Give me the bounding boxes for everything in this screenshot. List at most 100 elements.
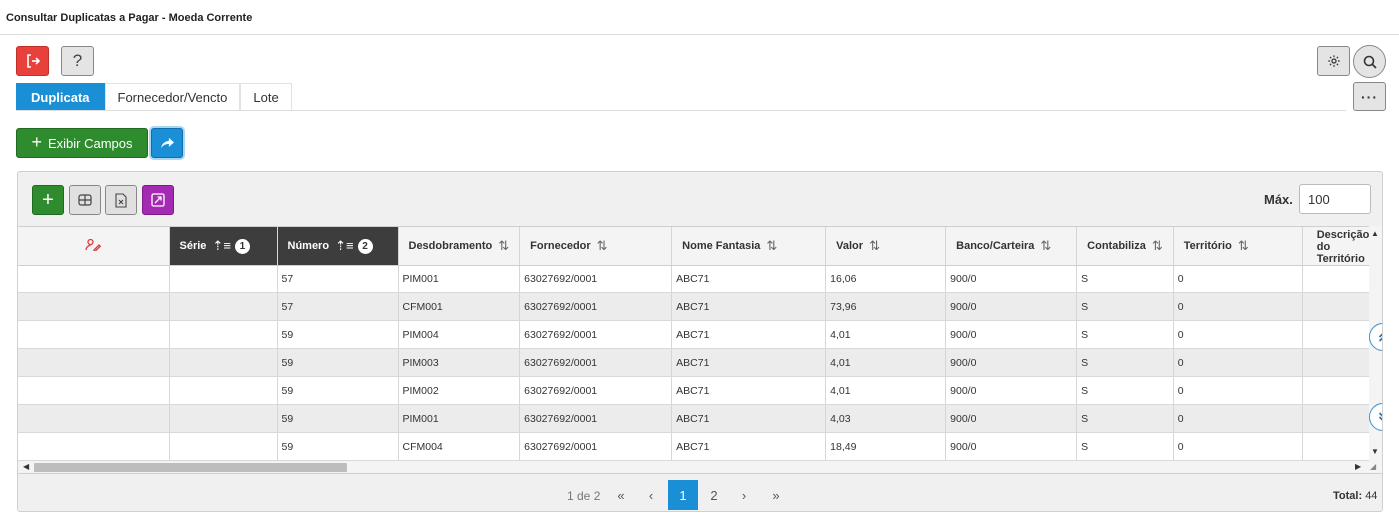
cell-fornecedor: 63027692/0001 — [519, 432, 673, 461]
table-row[interactable]: 59 PIM001 63027692/0001 ABC71 4,03 900/0… — [18, 404, 1376, 433]
cell-desdobramento: PIM004 — [398, 320, 521, 349]
descricao-header-label: Descrição do Território — [1316, 229, 1370, 265]
cell-nome-fantasia: ABC71 — [671, 432, 827, 461]
exibir-campos-button[interactable]: + Exibir Campos — [16, 128, 148, 158]
table-row[interactable]: 57 PIM001 63027692/0001 ABC71 16,06 900/… — [18, 265, 1376, 293]
row-select-cell[interactable] — [18, 376, 170, 405]
cell-descricao — [1302, 376, 1376, 405]
column-header-contabiliza[interactable]: Contabiliza ⇅ — [1076, 227, 1174, 266]
export-excel-button[interactable] — [105, 185, 137, 215]
horizontal-scrollbar[interactable]: ◀ ▶ ◢ — [18, 461, 1382, 474]
sort-icon[interactable]: ⇅ — [1040, 238, 1051, 254]
row-select-cell[interactable] — [18, 432, 170, 461]
pagination: 1 de 2 « ‹ 1 2 › » Total: 44 — [18, 475, 1382, 511]
user-edit-icon — [85, 238, 102, 252]
scroll-left-arrow-icon[interactable]: ◀ — [23, 462, 29, 471]
column-header-fornecedor[interactable]: Fornecedor ⇅ — [519, 227, 673, 266]
table-row[interactable]: 59 CFM004 63027692/0001 ABC71 18,49 900/… — [18, 432, 1376, 461]
total-label: Total: — [1333, 490, 1363, 502]
cell-territorio: 0 — [1173, 292, 1303, 321]
column-header-valor[interactable]: Valor ⇅ — [825, 227, 947, 266]
column-header-descricao-territorio[interactable]: Descrição do Território — [1302, 227, 1376, 266]
sort-icon[interactable]: ⇅ — [498, 238, 509, 254]
sort-icon[interactable]: ⇅ — [1152, 238, 1163, 254]
cell-contabiliza: S — [1076, 320, 1174, 349]
scroll-right-arrow-icon[interactable]: ▶ — [1355, 462, 1361, 471]
tab-duplicata[interactable]: Duplicata — [16, 83, 105, 111]
resize-grip-icon[interactable]: ◢ — [1370, 462, 1376, 471]
first-page-button[interactable]: « — [606, 480, 636, 510]
sort-asc-icon[interactable]: ⇡≡ — [335, 238, 353, 254]
fornecedor-header-label: Fornecedor — [530, 239, 591, 252]
gear-icon — [1327, 55, 1340, 67]
cell-descricao — [1302, 432, 1376, 461]
banco-header-label: Banco/Carteira — [956, 239, 1035, 252]
cell-nome-fantasia: ABC71 — [671, 376, 827, 405]
sort-asc-icon[interactable]: ⇡≡ — [212, 238, 230, 254]
row-select-cell[interactable] — [18, 404, 170, 433]
page-2-button[interactable]: 2 — [699, 480, 729, 510]
table-row[interactable]: 59 PIM002 63027692/0001 ABC71 4,01 900/0… — [18, 376, 1376, 405]
page-1-button[interactable]: 1 — [668, 480, 698, 510]
sort-icon[interactable]: ⇅ — [869, 238, 880, 254]
tab-divider — [16, 110, 1346, 111]
grid-columns-icon — [78, 194, 92, 206]
cell-desdobramento: PIM003 — [398, 348, 521, 377]
more-options-button[interactable]: ··· — [1353, 82, 1386, 111]
cell-valor: 4,01 — [825, 376, 947, 405]
table-row[interactable]: 59 PIM003 63027692/0001 ABC71 4,01 900/0… — [18, 348, 1376, 377]
column-header-territorio[interactable]: Território ⇅ — [1173, 227, 1303, 266]
expand-button[interactable] — [142, 185, 174, 215]
next-page-button[interactable]: › — [729, 480, 759, 510]
cell-fornecedor: 63027692/0001 — [519, 376, 673, 405]
max-input[interactable] — [1299, 184, 1371, 214]
cell-valor: 73,96 — [825, 292, 947, 321]
cell-desdobramento: PIM002 — [398, 376, 521, 405]
table-row[interactable]: 59 PIM004 63027692/0001 ABC71 4,01 900/0… — [18, 320, 1376, 349]
last-page-button[interactable]: » — [761, 480, 791, 510]
tab-fornecedor-vencto[interactable]: Fornecedor/Vencto — [104, 83, 241, 111]
search-icon — [1363, 55, 1377, 69]
column-header-desdobramento[interactable]: Desdobramento ⇅ — [398, 227, 521, 266]
scroll-down-arrow-icon[interactable]: ▼ — [1371, 447, 1379, 456]
column-header-numero[interactable]: Número ⇡≡ 2 — [277, 227, 399, 266]
double-chevron-down-icon — [1378, 412, 1382, 421]
row-select-cell[interactable] — [18, 265, 170, 293]
share-button[interactable] — [151, 128, 183, 158]
cell-valor: 4,03 — [825, 404, 947, 433]
row-select-cell[interactable] — [18, 292, 170, 321]
column-header-serie[interactable]: Série ⇡≡ 1 — [169, 227, 278, 266]
sort-icon[interactable]: ⇅ — [597, 238, 608, 254]
help-button[interactable]: ? — [61, 46, 94, 76]
horizontal-scroll-thumb[interactable] — [34, 463, 347, 472]
column-header-nome-fantasia[interactable]: Nome Fantasia ⇅ — [671, 227, 827, 266]
prev-page-button[interactable]: ‹ — [636, 480, 666, 510]
sort-icon[interactable]: ⇅ — [766, 238, 777, 254]
more-icon: ··· — [1361, 88, 1378, 105]
row-select-cell[interactable] — [18, 320, 170, 349]
help-icon: ? — [72, 51, 83, 70]
total-count: Total: 44 — [1333, 490, 1377, 502]
add-row-button[interactable]: + — [32, 185, 64, 215]
columns-button[interactable] — [69, 185, 101, 215]
cell-numero: 57 — [277, 265, 399, 293]
table-row[interactable]: 57 CFM001 63027692/0001 ABC71 73,96 900/… — [18, 292, 1376, 321]
exit-button[interactable] — [16, 46, 49, 76]
sort-order-badge: 2 — [357, 238, 373, 254]
cell-descricao — [1302, 348, 1376, 377]
user-column-header[interactable] — [18, 227, 170, 266]
cell-territorio: 0 — [1173, 432, 1303, 461]
search-button[interactable] — [1353, 45, 1386, 78]
excel-file-icon — [115, 192, 127, 208]
row-select-cell[interactable] — [18, 348, 170, 377]
cell-banco: 900/0 — [945, 265, 1078, 293]
cell-contabiliza: S — [1076, 432, 1174, 461]
tab-lote[interactable]: Lote — [240, 83, 292, 111]
scroll-up-arrow-icon[interactable]: ▲ — [1371, 229, 1379, 238]
sort-icon[interactable]: ⇅ — [1238, 238, 1249, 254]
cell-contabiliza: S — [1076, 265, 1174, 293]
settings-button[interactable] — [1317, 46, 1350, 76]
cell-desdobramento: CFM004 — [398, 432, 521, 461]
column-header-banco-carteira[interactable]: Banco/Carteira ⇅ — [945, 227, 1078, 266]
double-chevron-up-icon — [1378, 333, 1382, 342]
